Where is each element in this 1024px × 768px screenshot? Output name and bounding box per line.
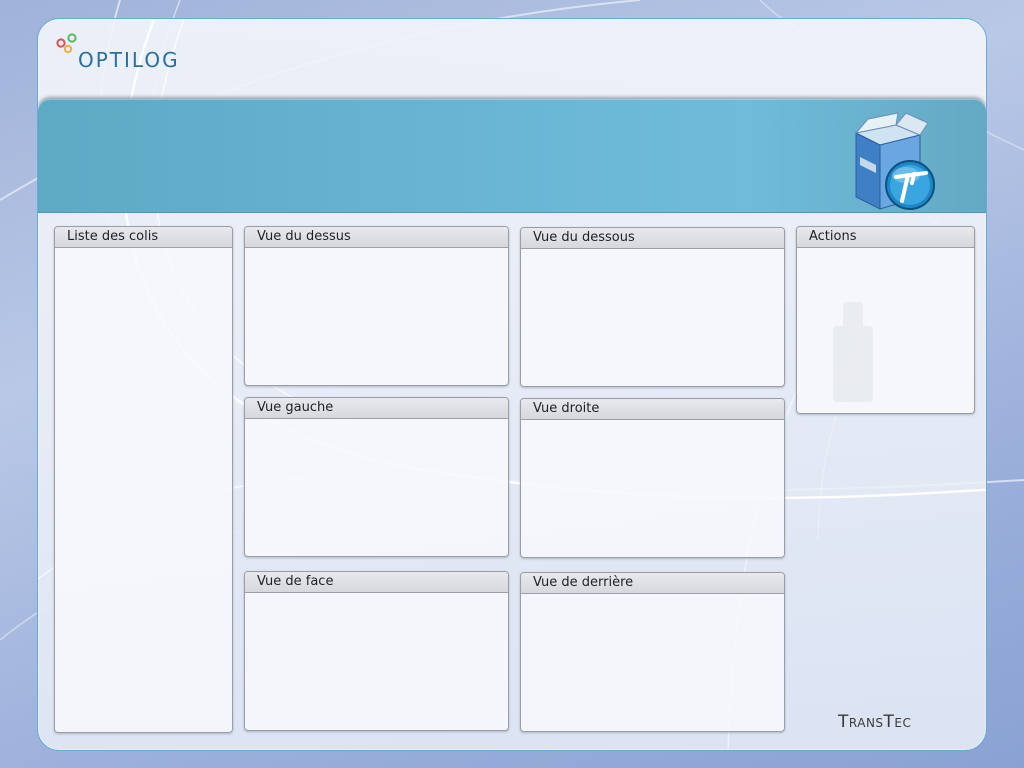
right-view-panel: Vue droite	[520, 398, 785, 558]
left-view-panel: Vue gauche	[244, 397, 509, 557]
package-list[interactable]	[55, 248, 232, 732]
bottom-view-title: Vue du dessous	[521, 228, 784, 249]
bottom-view-panel: Vue du dessous	[520, 227, 785, 387]
actions-panel: Actions	[796, 226, 975, 414]
right-view-canvas[interactable]	[521, 420, 784, 557]
front-view-canvas[interactable]	[245, 593, 508, 730]
back-view-panel: Vue de derrière	[520, 572, 785, 732]
top-view-canvas[interactable]	[245, 248, 508, 385]
package-list-title: Liste des colis	[55, 227, 232, 248]
right-view-title: Vue droite	[521, 399, 784, 420]
back-view-canvas[interactable]	[521, 594, 784, 731]
front-view-panel: Vue de face	[244, 571, 509, 731]
top-view-panel: Vue du dessus	[244, 226, 509, 386]
transtec-logo: TransTec	[838, 712, 912, 732]
header-banner	[38, 99, 986, 213]
app-window: OPTILOG Liste des colis Vue du dessus Vu…	[37, 18, 987, 751]
product-box-icon	[854, 112, 935, 210]
front-view-title: Vue de face	[245, 572, 508, 593]
logo-text: OPTILOG	[78, 48, 180, 72]
left-view-canvas[interactable]	[245, 419, 508, 556]
package-list-panel: Liste des colis	[54, 226, 233, 733]
faded-bottle-icon	[833, 302, 873, 402]
top-view-title: Vue du dessus	[245, 227, 508, 248]
actions-list[interactable]	[797, 248, 974, 413]
bottom-view-canvas[interactable]	[521, 249, 784, 386]
actions-title: Actions	[797, 227, 974, 248]
back-view-title: Vue de derrière	[521, 573, 784, 594]
left-view-title: Vue gauche	[245, 398, 508, 419]
